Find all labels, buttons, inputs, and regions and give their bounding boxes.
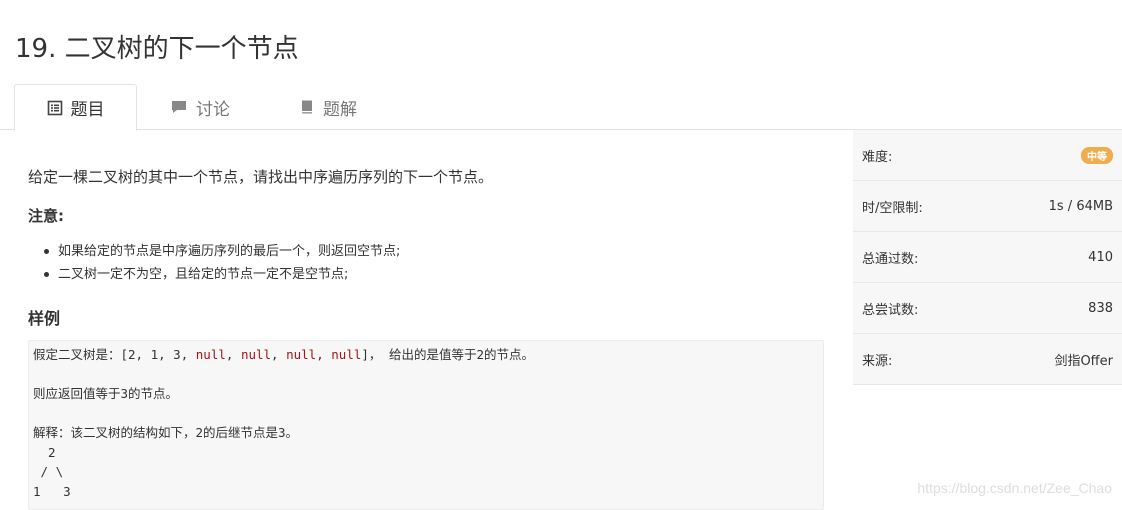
tab-solution[interactable]: 题解 [288, 84, 368, 130]
chat-icon [170, 99, 188, 115]
tab-discussion[interactable]: 讨论 [160, 84, 240, 130]
list-icon [47, 100, 63, 116]
passed-row: 总通过数: 410 [853, 232, 1122, 283]
source-value: 剑指Offer [1054, 350, 1113, 369]
note-heading: 注意: [28, 205, 64, 226]
tree-line: 1 3 [33, 484, 71, 499]
example-heading: 样例 [28, 305, 60, 329]
null-keyword: null [196, 347, 226, 362]
problem-description: 给定一棵二叉树的其中一个节点，请找出中序遍历序列的下一个节点。 [28, 166, 493, 187]
example-line-prefix: 假定二叉树是：[2, 1, 3, [33, 347, 196, 362]
book-icon [299, 99, 315, 115]
attempts-label: 总尝试数: [862, 299, 918, 318]
attempts-row: 总尝试数: 838 [853, 283, 1122, 334]
example-line-suffix: ]， 给出的是值等于2的节点。 [361, 347, 534, 362]
problem-info-panel: 难度: 中等 时/空限制: 1s / 64MB 总通过数: 410 总尝试数: … [853, 130, 1122, 385]
tree-line: / \ [33, 464, 63, 479]
limit-value: 1s / 64MB [1049, 199, 1113, 214]
source-row: 来源: 剑指Offer [853, 334, 1122, 385]
passed-value: 410 [1088, 250, 1113, 265]
difficulty-row: 难度: 中等 [853, 130, 1122, 181]
passed-label: 总通过数: [862, 248, 918, 267]
tab-discussion-label: 讨论 [196, 95, 230, 120]
note-item: 如果给定的节点是中序遍历序列的最后一个，则返回空节点; [44, 240, 400, 263]
problem-content: 给定一棵二叉树的其中一个节点，请找出中序遍历序列的下一个节点。 注意: 如果给定… [0, 130, 840, 504]
limit-row: 时/空限制: 1s / 64MB [853, 181, 1122, 232]
null-keyword: null [286, 347, 316, 362]
null-keyword: null [331, 347, 361, 362]
note-list: 如果给定的节点是中序遍历序列的最后一个，则返回空节点; 二叉树一定不为空，且给定… [44, 240, 400, 286]
source-label: 来源: [862, 350, 892, 369]
limit-label: 时/空限制: [862, 197, 923, 216]
watermark: https://blog.csdn.net/Zee_Chao [917, 480, 1112, 496]
tab-bar: 题目 讨论 题解 [0, 84, 1122, 130]
example-code-block: 假定二叉树是：[2, 1, 3, null, null, null, null]… [28, 340, 824, 510]
note-item: 二叉树一定不为空，且给定的节点一定不是空节点; [44, 263, 400, 286]
tab-solution-label: 题解 [323, 95, 357, 120]
page-title: 19. 二叉树的下一个节点 [15, 28, 299, 65]
example-explanation: 解释：该二叉树的结构如下，2的后继节点是3。 [33, 425, 298, 440]
difficulty-label: 难度: [862, 146, 892, 165]
example-expected: 则应返回值等于3的节点。 [33, 386, 178, 401]
difficulty-badge: 中等 [1081, 147, 1113, 164]
attempts-value: 838 [1088, 301, 1113, 316]
tree-line: 2 [33, 445, 56, 460]
tab-description[interactable]: 题目 [14, 84, 137, 131]
null-keyword: null [241, 347, 271, 362]
tab-description-label: 题目 [71, 95, 105, 120]
